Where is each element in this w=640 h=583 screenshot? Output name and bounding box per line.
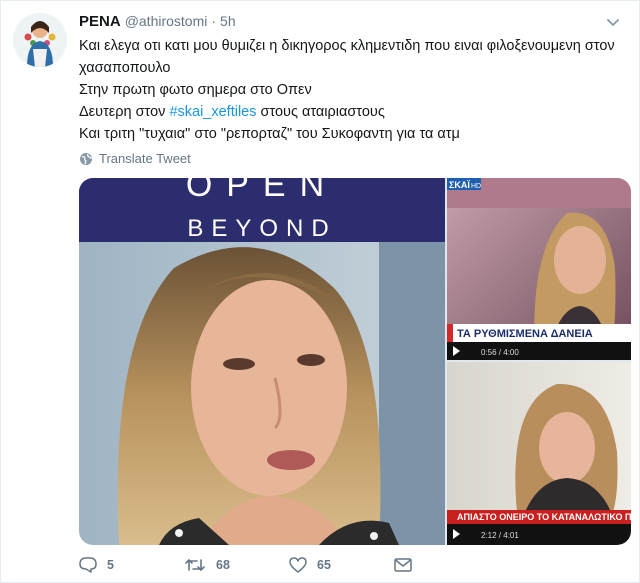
- envelope-icon: [394, 558, 412, 572]
- media-grid: OPEN BEYOND ΤΑ ΡΥΘΜΙΣΜΕΝΑ ΔΑΝΕΙΑ 0:56 / …: [79, 178, 631, 545]
- tweet-text: Και ελεγα οτι κατι μου θυμιζει η δικηγορ…: [79, 35, 627, 145]
- retweet-button[interactable]: 68: [184, 557, 289, 573]
- open-logo-bottom: BEYOND: [187, 215, 336, 242]
- tweet-time[interactable]: 5h: [220, 13, 236, 29]
- photo-2-ticker: ΤΑ ΡΥΘΜΙΣΜΕΝΑ ΔΑΝΕΙΑ: [457, 328, 593, 340]
- photo-3[interactable]: ΑΠΙΑΣΤΟ ΟΝΕΙΡΟ ΤΟ ΚΑΤΑΝΑΛΩΤΙΚΟ ΠΙ 2:12 /…: [447, 362, 631, 545]
- heart-icon: [289, 557, 307, 573]
- tweet-header: PENA @athirostomi · 5h: [79, 13, 236, 33]
- retweet-icon: [185, 559, 205, 571]
- globe-icon: [80, 152, 92, 165]
- message-button[interactable]: [394, 558, 499, 572]
- hashtag-link[interactable]: #skai_xeftiles: [169, 104, 256, 120]
- translate-tweet-button[interactable]: Translate Tweet: [79, 151, 191, 166]
- like-button[interactable]: 65: [289, 557, 394, 573]
- author-name[interactable]: PENA: [79, 13, 121, 30]
- photo-1[interactable]: OPEN BEYOND: [79, 178, 445, 545]
- tweet-line-2: Στην πρωτη φωτο σημερα στο Οπεν: [79, 82, 312, 98]
- photo-2-channel: ΣΚΑΪ: [449, 180, 470, 190]
- like-count: 65: [317, 558, 331, 572]
- photo-2-video-time: 0:56 / 4:00: [481, 348, 519, 357]
- tweet-line-3-end: στους αταιριαστους: [256, 104, 385, 120]
- tweet-actions: 5 68 65: [79, 557, 499, 573]
- author-handle[interactable]: @athirostomi: [125, 13, 208, 29]
- photo-3-video-time: 2:12 / 4:01: [481, 531, 519, 540]
- reply-button[interactable]: 5: [79, 557, 184, 573]
- retweet-count: 68: [216, 558, 230, 572]
- tweet-card[interactable]: PENA @athirostomi · 5h Και ελεγα οτι κατ…: [0, 0, 640, 583]
- chevron-down-icon[interactable]: [605, 15, 621, 31]
- reply-count: 5: [107, 558, 114, 572]
- tweet-line-3-start: Δευτερη στον: [79, 104, 170, 120]
- photo-2-channel-hd: HD: [471, 183, 481, 190]
- translate-label: Translate Tweet: [99, 151, 191, 166]
- tweet-line-4: Και τριτη "τυχαια" στο "ρεπορταζ" του Συ…: [79, 126, 460, 142]
- photo-2[interactable]: ΤΑ ΡΥΘΜΙΣΜΕΝΑ ΔΑΝΕΙΑ 0:56 / 4:00 ΣΚΑΪ HD: [447, 178, 631, 360]
- tweet-line-1: Και ελεγα οτι κατι μου θυμιζει η δικηγορ…: [79, 38, 619, 76]
- reply-icon: [79, 557, 97, 573]
- photo-3-ticker: ΑΠΙΑΣΤΟ ΟΝΕΙΡΟ ΤΟ ΚΑΤΑΝΑΛΩΤΙΚΟ ΠΙ: [457, 512, 631, 522]
- separator-dot: ·: [211, 13, 217, 29]
- open-logo-top: OPEN: [186, 178, 338, 204]
- tweet-line-3: Δευτερη στον #skai_xeftiles στους αταιρι…: [79, 101, 627, 123]
- avatar[interactable]: [13, 13, 67, 67]
